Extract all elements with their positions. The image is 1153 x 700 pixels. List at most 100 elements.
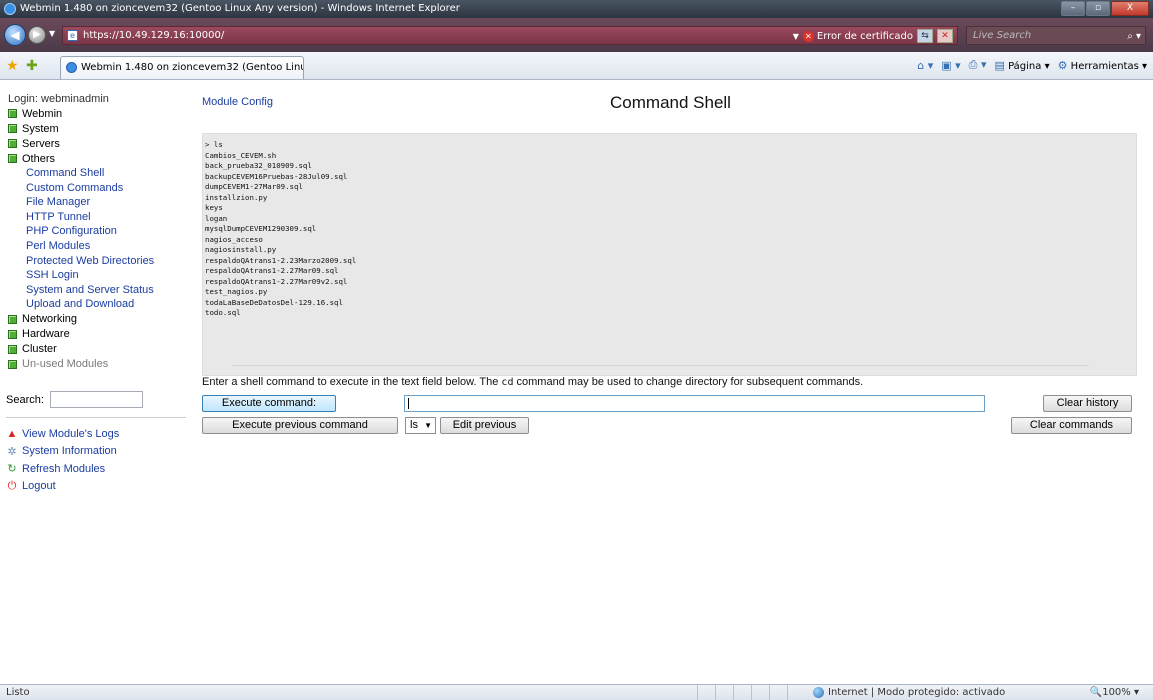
sidebar-footer-links: ▲ View Module's Logs ✲ System Information …	[6, 425, 186, 495]
category-label: Hardware	[22, 328, 70, 341]
category-servers[interactable]: Servers	[6, 136, 186, 151]
output-line: dumpCEVEM1-27Mar09.sql	[205, 182, 303, 191]
category-icon	[8, 139, 17, 148]
category-webmin[interactable]: Webmin	[6, 106, 186, 121]
execute-previous-button[interactable]: Execute previous command	[202, 417, 398, 434]
status-cells	[697, 685, 805, 700]
page-menu[interactable]: ▤ Página ▾	[995, 59, 1050, 72]
category-hardware[interactable]: Hardware	[6, 327, 186, 342]
module-perl-modules[interactable]: Perl Modules	[6, 239, 186, 254]
link-label: View Module's Logs	[22, 427, 120, 440]
output-line: todaLaBaseDeDatosDel-129.16.sql	[205, 297, 343, 307]
window-titlebar: Webmin 1.480 on zioncevem32 (Gentoo Linu…	[0, 0, 1153, 18]
url-text: https://10.49.129.16:10000/	[83, 30, 225, 41]
category-icon	[8, 329, 17, 339]
category-networking[interactable]: Networking	[6, 312, 186, 327]
back-button[interactable]: ◀	[4, 24, 26, 46]
tools-menu[interactable]: ⚙ Herramientas ▾	[1058, 59, 1147, 72]
help-text-pre: Enter a shell command to execute in the …	[202, 376, 502, 388]
login-label: Login: webminadmin	[8, 93, 109, 105]
module-config-link[interactable]: Module Config	[202, 96, 273, 108]
category-icon	[8, 344, 17, 354]
search-label: Search:	[6, 393, 44, 406]
maximize-button[interactable]: ▫	[1086, 1, 1110, 16]
refresh-modules-link[interactable]: ↻ Refresh Modules	[6, 460, 186, 478]
zoom-control[interactable]: 🔍100% ▾	[1090, 685, 1139, 700]
module-file-manager[interactable]: File Manager	[6, 195, 186, 210]
view-module-logs-link[interactable]: ▲ View Module's Logs	[6, 425, 186, 443]
help-text-post: command may be used to change directory …	[513, 376, 864, 388]
output-line: todo.sql	[205, 308, 241, 317]
clear-history-button[interactable]: Clear history	[1043, 395, 1132, 412]
search-icon[interactable]: ⌕ ▾	[1127, 28, 1141, 45]
forward-button[interactable]: ▶	[28, 26, 46, 44]
refresh-icon[interactable]: ⇆	[917, 29, 933, 43]
certificate-error-button[interactable]: ✕ Error de certificado	[802, 28, 913, 45]
category-label: Un-used Modules	[22, 358, 109, 371]
home-icon[interactable]: ⌂ ▾	[917, 59, 933, 72]
system-info-icon: ✲	[7, 445, 17, 458]
command-input[interactable]	[404, 395, 985, 412]
module-search-input[interactable]	[49, 391, 143, 409]
module-command-shell[interactable]: Command Shell	[6, 166, 186, 181]
help-text-code: cd	[501, 377, 514, 388]
module-ssh-login[interactable]: SSH Login	[6, 268, 186, 283]
chevron-down-icon: ▼	[424, 421, 432, 430]
help-text: Enter a shell command to execute in the …	[202, 376, 863, 388]
module-upload-download[interactable]: Upload and Download	[6, 297, 186, 312]
output-divider	[232, 365, 1089, 366]
history-select[interactable]: ls ▼	[405, 417, 436, 434]
error-icon: ✕	[802, 30, 814, 42]
module-php-configuration[interactable]: PHP Configuration	[6, 224, 186, 239]
category-system[interactable]: System	[6, 121, 186, 136]
certificate-error-label: Error de certificado	[816, 30, 913, 42]
module-http-tunnel[interactable]: HTTP Tunnel	[6, 210, 186, 225]
category-cluster[interactable]: Cluster	[6, 342, 186, 357]
print-icon[interactable]: ⎙ ▾	[969, 58, 987, 72]
system-information-link[interactable]: ✲ System Information	[6, 442, 186, 460]
link-label: Logout	[22, 480, 56, 493]
output-line: installzion.py	[205, 192, 268, 202]
add-favorite-icon[interactable]: ✚	[26, 58, 38, 74]
feeds-icon[interactable]: ▣ ▾	[941, 59, 960, 72]
tab-webmin[interactable]: Webmin 1.480 on zioncevem32 (Gentoo Linu…	[60, 56, 304, 79]
status-text: Listo	[6, 687, 30, 698]
close-button[interactable]: X	[1111, 1, 1149, 16]
url-field[interactable]: e https://10.49.129.16:10000/ ▼ ✕ Error …	[62, 26, 958, 45]
security-zone-label: Internet | Modo protegido: activado	[828, 687, 1006, 698]
webmin-sidebar: Login: webminadmin Webmin System Servers…	[6, 93, 186, 495]
category-label: System	[22, 122, 59, 135]
search-input[interactable]: Live Search ⌕ ▾	[966, 26, 1146, 45]
output-line: test_nagios.py	[205, 287, 268, 296]
history-select-value: ls	[410, 419, 418, 431]
url-dropdown-icon[interactable]: ▼	[793, 28, 799, 45]
category-icon	[8, 124, 17, 133]
globe-icon	[813, 687, 824, 698]
logout-link[interactable]: ⏻ Logout	[6, 477, 186, 495]
output-line: backupCEVEM16Pruebas-28Jul09.sql	[205, 171, 348, 181]
link-label: Refresh Modules	[22, 462, 106, 475]
edit-previous-button[interactable]: Edit previous	[440, 417, 529, 434]
output-line: back_prueba32_010909.sql	[205, 161, 312, 170]
minimize-button[interactable]: –	[1061, 1, 1085, 16]
module-protected-web-directories[interactable]: Protected Web Directories	[6, 254, 186, 269]
address-bar: ◀ ▶ ▼ e https://10.49.129.16:10000/ ▼ ✕ …	[0, 18, 1153, 52]
refresh-icon: ↻	[7, 463, 17, 476]
stop-icon[interactable]: ✕	[937, 29, 953, 43]
category-icon	[8, 359, 17, 369]
clear-commands-button[interactable]: Clear commands	[1011, 417, 1132, 434]
history-dropdown-icon[interactable]: ▼	[49, 29, 55, 38]
execute-command-button[interactable]: Execute command:	[202, 395, 336, 412]
category-icon	[8, 154, 17, 163]
output-line: > ls	[205, 140, 223, 149]
category-unused-modules[interactable]: Un-used Modules	[6, 357, 186, 372]
module-custom-commands[interactable]: Custom Commands	[6, 181, 186, 196]
module-system-server-status[interactable]: System and Server Status	[6, 283, 186, 298]
page-icon: e	[67, 30, 78, 41]
category-label: Servers	[22, 137, 60, 150]
favorites-star-icon[interactable]: ★	[6, 58, 19, 74]
category-others[interactable]: Others	[6, 151, 186, 166]
category-label: Networking	[22, 313, 78, 326]
security-zone[interactable]: Internet | Modo protegido: activado	[813, 685, 1005, 700]
output-line: respaldoQAtrans1-2.23Marzo2009.sql	[205, 255, 357, 265]
